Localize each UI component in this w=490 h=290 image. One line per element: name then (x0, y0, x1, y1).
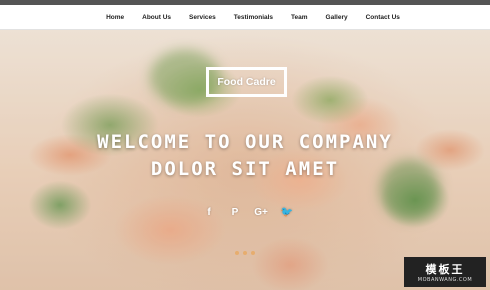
google-plus-icon[interactable]: G+ (248, 207, 274, 218)
nav-item-testimonials[interactable]: Testimonials (225, 14, 282, 21)
nav-links: Home About Us Services Testimonials Team… (81, 14, 409, 21)
pinterest-icon[interactable]: P (222, 207, 248, 218)
slide-dot[interactable] (243, 251, 247, 255)
slide-dot[interactable] (235, 251, 239, 255)
slider-dots (235, 251, 255, 255)
site-logo[interactable]: Food Cadre (206, 67, 287, 97)
nav-item-team[interactable]: Team (282, 14, 317, 21)
main-navigation: Home About Us Services Testimonials Team… (0, 5, 490, 30)
nav-item-home[interactable]: Home (97, 14, 133, 21)
hero-banner: Food Cadre WELCOME TO OUR COMPANY DOLOR … (0, 30, 490, 290)
facebook-icon[interactable]: f (196, 207, 222, 218)
watermark-logo: 模板王 MOBANWANG.COM (404, 257, 486, 287)
hero-subheadline: DOLOR SIT AMET (150, 158, 340, 180)
watermark-url: MOBANWANG.COM (417, 277, 473, 283)
social-links: f P G+ 🐦 (196, 207, 300, 218)
nav-item-contact-us[interactable]: Contact Us (357, 14, 409, 21)
nav-item-services[interactable]: Services (180, 14, 225, 21)
hero-headline: WELCOME TO OUR COMPANY (97, 131, 393, 153)
watermark-text: 模板王 (425, 263, 465, 276)
logo-text: Food Cadre (217, 76, 276, 88)
slide-dot[interactable] (251, 251, 255, 255)
nav-item-about-us[interactable]: About Us (133, 14, 180, 21)
nav-item-gallery[interactable]: Gallery (317, 14, 357, 21)
twitter-icon[interactable]: 🐦 (274, 207, 300, 218)
